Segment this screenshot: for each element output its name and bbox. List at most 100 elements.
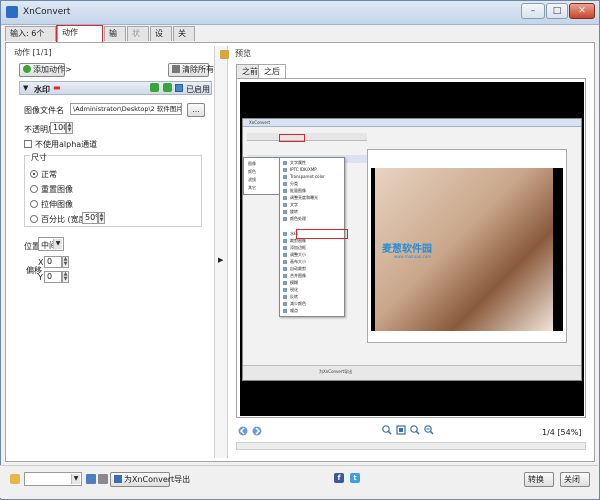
embedded-menu-item: 旋转 (290, 209, 298, 214)
action-header[interactable]: ▼ 水印 ▬ 已启用 (19, 81, 212, 95)
panel-splitter[interactable]: ▶ (214, 46, 228, 458)
y-offset-stepper[interactable]: ▲ ▼ (62, 271, 69, 283)
tab-input[interactable]: 输入: 6个文件 (5, 26, 56, 52)
opacity-input[interactable]: 100 (50, 122, 66, 134)
embedded-menu-item: 文字属性 (290, 160, 306, 165)
size-reset-label: 重置图像 (41, 185, 73, 194)
nav-next-icon[interactable] (252, 426, 262, 436)
clear-icon (172, 65, 180, 73)
remove-icon[interactable]: ▬ (53, 83, 61, 92)
clear-all-button[interactable]: 清除所有 (168, 63, 214, 77)
opacity-stepper[interactable]: ▲ ▼ (66, 122, 73, 134)
enabled-checkbox[interactable] (175, 84, 183, 92)
embedded-menu-item: 模糊 (290, 280, 298, 285)
tab-output[interactable]: 输出 (104, 26, 126, 52)
embedded-menu-item: 添加边框 (290, 245, 306, 250)
position-select[interactable]: 中间 ▼ (38, 237, 64, 251)
embedded-menu-item: 噪点 (290, 308, 298, 313)
maximize-button[interactable]: □ (546, 3, 568, 19)
export-button[interactable]: 为XnConvert导出 (110, 472, 190, 487)
embedded-menu-item: 调整亮度和曝光 (290, 195, 318, 200)
x-label: X (38, 258, 44, 267)
embedded-menu-item: 调整大小 (290, 252, 306, 257)
embedded-menu-highlight (296, 229, 348, 239)
zoom-actual-icon[interactable] (410, 425, 420, 435)
close-window-button[interactable]: ✕ (569, 3, 595, 19)
embedded-menu-item: 批量图像 (290, 188, 306, 193)
watermark-url: www.mairuan.com (394, 254, 432, 259)
nav-previous-icon[interactable] (238, 426, 248, 436)
size-reset-radio[interactable] (30, 185, 38, 193)
delete-icon[interactable] (98, 474, 108, 484)
embedded-menu-item: 反转 (290, 294, 298, 299)
facebook-icon[interactable]: f (334, 473, 344, 483)
add-icon (23, 65, 31, 73)
actions-section-title: 动作 [1/1] (14, 48, 52, 57)
tab-about[interactable]: 关于 (173, 26, 195, 52)
embedded-tabs (247, 133, 367, 141)
enabled-label: 已启用 (186, 85, 210, 94)
embedded-menu-item: IPTC IDK/XMP (290, 167, 317, 172)
percent-stepper[interactable]: ▲ ▼ (98, 212, 105, 224)
action-name: 水印 (34, 85, 50, 94)
splitter-arrow-icon[interactable]: ▶ (218, 256, 223, 264)
embedded-bottom-bar (243, 365, 581, 380)
size-group-label: 尺寸 (30, 152, 48, 163)
embedded-title: XnConvert (249, 120, 271, 125)
size-normal-radio[interactable] (30, 170, 38, 178)
embedded-title-bar (243, 119, 581, 127)
app-logo-icon (6, 6, 18, 18)
image-file-label: 图像文件名 (24, 106, 64, 115)
fit-window-icon[interactable] (396, 425, 406, 435)
y-label: Y (38, 273, 43, 282)
preset-select[interactable]: ▼ (24, 472, 82, 486)
size-percent-radio[interactable] (30, 215, 38, 223)
embedded-menu-item: 合并图像 (290, 273, 306, 278)
chevron-down-icon: ▼ (53, 239, 62, 249)
close-button[interactable]: 关闭 (560, 472, 590, 487)
preview-section-title: 预览 (235, 49, 251, 58)
embedded-menu-item: 锐化 (290, 287, 298, 292)
collapse-arrow-icon[interactable]: ▼ (23, 84, 28, 92)
tab-actions[interactable]: 动作 [1/1] (57, 25, 103, 51)
move-down-icon[interactable] (163, 83, 172, 92)
tab-settings[interactable]: 设置 (150, 26, 172, 52)
tab-status[interactable]: 状态 (127, 26, 149, 52)
save-icon[interactable] (86, 474, 96, 484)
main-tabs: 输入: 6个文件 动作 [1/1] 输出 状态 设置 关于 (5, 25, 595, 52)
folder-icon[interactable] (10, 474, 20, 484)
embedded-menu-item: 分类 (290, 181, 298, 186)
window-title: XnConvert (23, 7, 71, 17)
embedded-export-label: 为XnConvert导出 (319, 369, 353, 374)
zoom-in-icon[interactable] (382, 425, 392, 435)
watermark-text: 麦葱软件园 (382, 244, 432, 255)
tab-after[interactable]: 之后 (258, 64, 286, 78)
no-alpha-checkbox[interactable] (24, 140, 32, 148)
twitter-icon[interactable]: t (350, 473, 360, 483)
size-stretch-radio[interactable] (30, 200, 38, 208)
x-offset-stepper[interactable]: ▲ ▼ (62, 256, 69, 268)
move-up-icon[interactable] (150, 83, 159, 92)
y-offset-input[interactable]: 0 (44, 271, 62, 283)
chevron-down-icon: ▼ (71, 474, 80, 484)
embedded-menu-item: 文字 (290, 202, 298, 207)
embedded-submenu-item: 图像 (248, 161, 256, 166)
convert-button[interactable]: 转换 (524, 472, 554, 487)
browse-button[interactable]: ... (187, 103, 205, 117)
zoom-out-icon[interactable] (424, 425, 434, 435)
minimize-button[interactable]: – (521, 3, 545, 19)
embedded-menu-item: 颜色处理 (290, 216, 306, 221)
image-file-field[interactable]: \Administrator\Desktop\2 软件图片\水印.png (70, 103, 182, 115)
title-bar: XnConvert – □ ✕ (1, 1, 599, 25)
no-alpha-label: 不使用alpha通道 (35, 140, 98, 149)
x-offset-input[interactable]: 0 (44, 256, 62, 268)
embedded-menu-item: 自动裁剪 (290, 266, 306, 271)
add-action-button[interactable]: 添加动作> (19, 63, 72, 77)
percent-input[interactable]: 50% (82, 212, 98, 224)
embedded-menu-item: 画布大小 (290, 259, 306, 264)
embedded-submenu-item: 颜色 (248, 169, 256, 174)
horizontal-scrollbar[interactable] (236, 442, 586, 450)
embedded-menu-item: Transparent color (290, 174, 325, 179)
embedded-submenu-item: 其它 (248, 185, 256, 190)
size-normal-label: 正常 (41, 170, 57, 179)
